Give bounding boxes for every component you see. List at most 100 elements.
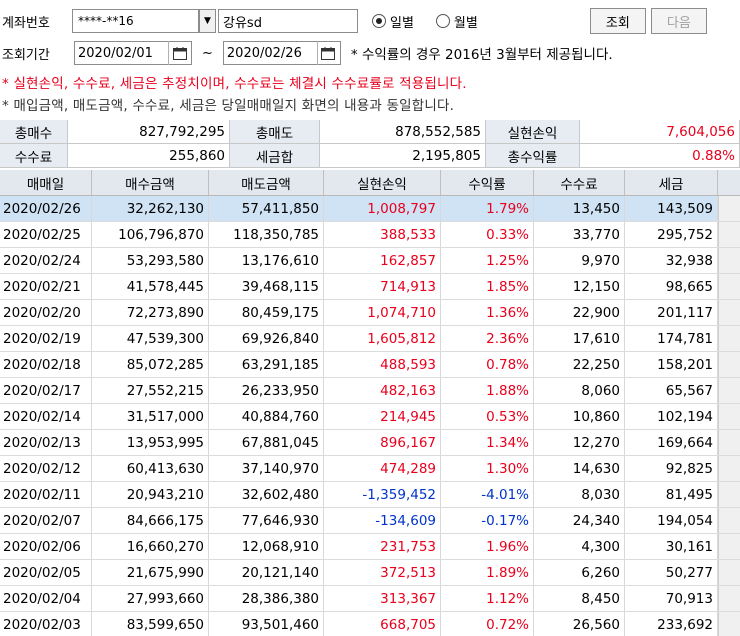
summary-total-sell-value: 878,552,585 [320,120,486,144]
table-row[interactable]: 2020/02/19 47,539,300 69,926,840 1,605,812 2… [0,326,740,352]
date-from-field[interactable]: 2020/02/01 [74,41,192,65]
summary-fee-value: 255,860 [68,144,230,168]
return-info-note: * 수익률의 경우 2016년 3월부터 제공됩니다. [350,47,613,63]
col-realized-pnl[interactable]: 실현손익 [324,170,441,195]
radio-monthly-indicator[interactable] [435,14,450,28]
summary-tax-value: 2,195,805 [320,144,486,168]
cell-sell-amount: 57,411,850 [209,196,324,221]
date-from-value: 2020/02/01 [78,45,153,61]
period-label: 조회기간 [2,47,50,63]
cell-fee: 8,060 [534,378,625,403]
cell-fee: 14,630 [534,456,625,481]
vertical-scrollbar-track[interactable] [718,560,740,585]
col-buy-amount[interactable]: 매수금액 [92,170,209,195]
table-row[interactable]: 2020/02/25 106,796,870 118,350,785 388,533 0… [0,222,740,248]
vertical-scrollbar-track[interactable] [718,378,740,403]
vertical-scrollbar-track[interactable] [718,586,740,611]
vertical-scrollbar-track[interactable] [718,430,740,455]
radio-daily[interactable]: 일별 [372,12,414,31]
vertical-scrollbar-track[interactable] [718,352,740,377]
cell-trade-date: 2020/02/18 [0,352,92,377]
col-trade-date[interactable]: 매매일 [0,170,92,195]
table-row[interactable]: 2020/02/05 21,675,990 20,121,140 372,513 1.8… [0,560,740,586]
cell-sell-amount: 118,350,785 [209,222,324,247]
table-row[interactable]: 2020/02/21 41,578,445 39,468,115 714,913 1.8… [0,274,740,300]
vertical-scrollbar-track[interactable] [718,326,740,351]
calendar-icon[interactable] [168,41,190,65]
col-return-rate[interactable]: 수익률 [441,170,534,195]
cell-return-rate: 1.96% [441,534,534,559]
cell-fee: 12,270 [534,430,625,455]
cell-realized-pnl: 896,167 [324,430,441,455]
radio-daily-label: 일별 [390,15,414,31]
table-row[interactable]: 2020/02/26 32,262,130 57,411,850 1,008,797 1… [0,196,740,222]
cell-return-rate: -0.17% [441,508,534,533]
cell-buy-amount: 41,578,445 [92,274,209,299]
col-fee[interactable]: 수수료 [534,170,625,195]
col-sell-amount[interactable]: 매도금액 [209,170,324,195]
cell-tax: 81,495 [625,482,718,507]
cell-sell-amount: 80,459,175 [209,300,324,325]
summary-total-buy-label: 총매수 [0,120,68,144]
account-number-value: ****-**16 [78,14,134,28]
summary-tax-label: 세금합 [230,144,320,168]
vertical-scrollbar-track[interactable] [718,508,740,533]
table-row[interactable]: 2020/02/20 72,273,890 80,459,175 1,074,710 1… [0,300,740,326]
radio-daily-indicator[interactable] [372,14,386,28]
cell-realized-pnl: 488,593 [324,352,441,377]
radio-monthly-label: 월별 [453,15,478,31]
vertical-scrollbar-track[interactable] [718,612,740,636]
cell-buy-amount: 20,943,210 [92,482,209,507]
cell-tax: 158,201 [625,352,718,377]
table-row[interactable]: 2020/02/07 84,666,175 77,646,930 -134,609 -0… [0,508,740,534]
cell-trade-date: 2020/02/14 [0,404,92,429]
table-row[interactable]: 2020/02/11 20,943,210 32,602,480 -1,359,452… [0,482,740,508]
vertical-scrollbar-track[interactable] [718,404,740,429]
table-row[interactable]: 2020/02/18 85,072,285 63,291,185 488,593 0.7… [0,352,740,378]
cell-realized-pnl: -134,609 [324,508,441,533]
table-row[interactable]: 2020/02/13 13,953,995 67,881,045 896,167 1.3… [0,430,740,456]
table-row[interactable]: 2020/02/12 60,413,630 37,140,970 474,289 1.3… [0,456,740,482]
vertical-scrollbar-track[interactable] [718,222,740,247]
cell-tax: 201,117 [625,300,718,325]
cell-tax: 65,567 [625,378,718,403]
cell-realized-pnl: 474,289 [324,456,441,481]
vertical-scrollbar-track[interactable] [718,248,740,273]
calendar-icon[interactable] [316,41,339,65]
cell-return-rate: -4.01% [441,482,534,507]
cell-fee: 17,610 [534,326,625,351]
vertical-scrollbar-track[interactable] [718,534,740,559]
vertical-scrollbar-track[interactable] [718,300,740,325]
next-button[interactable]: 다음 [650,8,707,34]
cell-return-rate: 0.78% [441,352,534,377]
cell-fee: 13,450 [534,196,625,221]
cell-realized-pnl: 714,913 [324,274,441,299]
table-row[interactable]: 2020/02/24 53,293,580 13,176,610 162,857 1.2… [0,248,740,274]
cell-trade-date: 2020/02/19 [0,326,92,351]
cell-return-rate: 1.12% [441,586,534,611]
cell-realized-pnl: 482,163 [324,378,441,403]
table-row[interactable]: 2020/02/04 27,993,660 28,386,380 313,367 1.1… [0,586,740,612]
col-tax[interactable]: 세금 [625,170,718,195]
table-row[interactable]: 2020/02/14 31,517,000 40,884,760 214,945 0.5… [0,404,740,430]
table-row[interactable]: 2020/02/17 27,552,215 26,233,950 482,163 1.8… [0,378,740,404]
cell-buy-amount: 13,953,995 [92,430,209,455]
table-row[interactable]: 2020/02/03 83,599,650 93,501,460 668,705 0.7… [0,612,740,636]
search-button[interactable]: 조회 [589,8,646,34]
vertical-scrollbar-track[interactable] [718,196,740,221]
vertical-scrollbar-track[interactable] [718,274,740,299]
account-dropdown-button[interactable]: ▼ [199,9,216,33]
cell-buy-amount: 83,599,650 [92,612,209,636]
cell-realized-pnl: -1,359,452 [324,482,441,507]
date-to-field[interactable]: 2020/02/26 [222,41,341,65]
cell-trade-date: 2020/02/05 [0,560,92,585]
account-number-field[interactable]: ****-**16 [72,9,199,33]
table-row[interactable]: 2020/02/06 16,660,270 12,068,910 231,753 1.9… [0,534,740,560]
cell-buy-amount: 16,660,270 [92,534,209,559]
cell-return-rate: 1.89% [441,560,534,585]
radio-monthly[interactable]: 월별 [435,12,478,31]
cell-fee: 4,300 [534,534,625,559]
cell-return-rate: 1.88% [441,378,534,403]
vertical-scrollbar-track[interactable] [718,482,740,507]
vertical-scrollbar-track[interactable] [718,456,740,481]
